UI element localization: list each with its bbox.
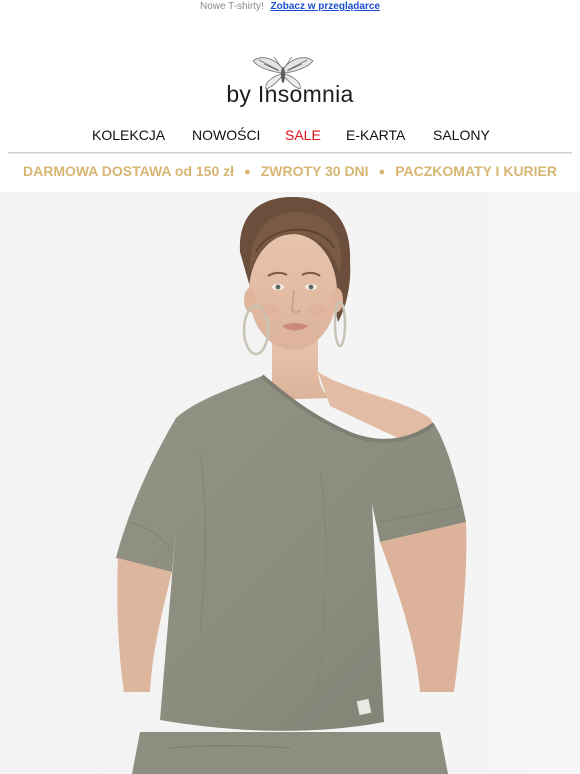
benefit-shipping: PACZKOMATY I KURIER [395, 163, 557, 179]
preheader-text: Nowe T-shirty! [200, 1, 264, 12]
benefit-free-delivery: DARMOWA DOSTAWA od 150 zł [22, 163, 235, 179]
nav-item-nowosci[interactable]: NOWOŚCI [192, 126, 260, 144]
view-in-browser-link[interactable]: Zobacz w przeglądarce [271, 1, 380, 12]
nav-item-sale[interactable]: SALE [285, 126, 321, 144]
nav-item-salony[interactable]: SALONY [433, 126, 490, 144]
benefit-separator: ● [378, 166, 386, 178]
benefit-separator: ● [244, 166, 251, 178]
brand-name: by Insomnia [226, 81, 354, 107]
brand-logo[interactable]: by Insomnia [0, 55, 580, 115]
nav-item-kolekcja[interactable]: KOLEKCJA [92, 126, 165, 144]
hero-product-image[interactable] [0, 192, 580, 774]
benefits-bar: DARMOWA DOSTAWA od 150 zł ● ZWROTY 30 DNI ●… [0, 162, 580, 182]
benefit-returns: ZWROTY 30 DNI [260, 163, 369, 179]
nav-item-e-karta[interactable]: E-KARTA [346, 126, 405, 144]
model-in-tshirt-image [0, 192, 580, 774]
preheader: Nowe T-shirty! Zobacz w przeglądarce [0, 0, 580, 16]
nav-divider [8, 152, 572, 154]
main-nav: KOLEKCJA NOWOŚCI SALE E-KARTA SALONY [0, 126, 580, 146]
